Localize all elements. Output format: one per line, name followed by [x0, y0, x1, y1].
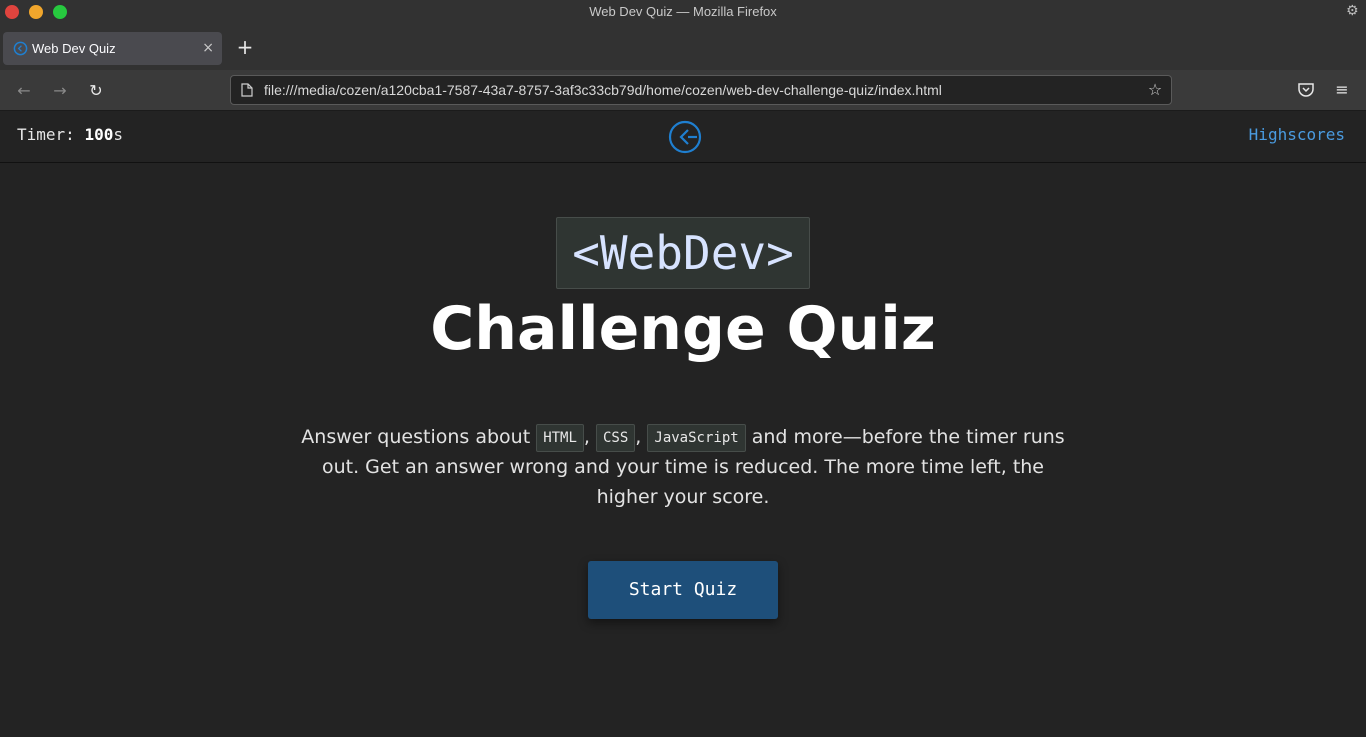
start-quiz-button[interactable]: Start Quiz: [588, 561, 778, 619]
window-title: Web Dev Quiz — Mozilla Firefox: [589, 4, 777, 19]
pocket-icon[interactable]: [1296, 80, 1316, 100]
timer-value: 100: [84, 125, 114, 144]
timer: Timer: 100s: [17, 125, 123, 144]
forward-button[interactable]: →: [49, 80, 71, 102]
window-titlebar: Web Dev Quiz — Mozilla Firefox ⚙: [0, 0, 1366, 24]
webdev-code-badge: <WebDev>: [556, 217, 810, 289]
back-button[interactable]: ←: [13, 80, 35, 102]
tag-css: CSS: [596, 424, 636, 452]
new-tab-button[interactable]: +: [234, 36, 256, 58]
hamburger-menu-icon[interactable]: ≡: [1333, 80, 1351, 100]
tag-javascript: JavaScript: [647, 424, 746, 452]
tag-html: HTML: [536, 424, 584, 452]
page-content: Timer: 100s Highscores <WebDev> Challeng…: [0, 111, 1366, 737]
logo-icon: [668, 120, 702, 154]
page-icon: [241, 83, 253, 97]
gear-icon[interactable]: ⚙: [1346, 4, 1360, 18]
timer-label: Timer:: [17, 125, 85, 144]
highscores-link[interactable]: Highscores: [1249, 125, 1345, 144]
reload-button[interactable]: ↻: [85, 80, 107, 102]
desc-separator: ,: [635, 426, 648, 448]
tab-strip: Web Dev Quiz × +: [0, 24, 1366, 70]
tab-web-dev-quiz[interactable]: Web Dev Quiz ×: [3, 32, 222, 65]
tab-label: Web Dev Quiz: [32, 41, 116, 56]
navigation-toolbar: ← → ↻ file:///media/cozen/a120cba1-7587-…: [0, 70, 1366, 111]
tab-close-icon[interactable]: ×: [202, 32, 214, 65]
favicon-icon: [13, 41, 28, 56]
page-title: Challenge Quiz: [430, 294, 936, 364]
timer-unit: s: [113, 125, 123, 144]
page-header: Timer: 100s Highscores: [0, 111, 1366, 163]
url-bar[interactable]: file:///media/cozen/a120cba1-7587-43a7-8…: [230, 75, 1172, 105]
desc-separator: ,: [583, 426, 596, 448]
star-icon[interactable]: ☆: [1145, 80, 1165, 100]
url-text[interactable]: file:///media/cozen/a120cba1-7587-43a7-8…: [264, 76, 942, 104]
quiz-description: Answer questions about HTML, CSS, JavaSc…: [290, 422, 1076, 512]
desc-text: Answer questions about: [301, 426, 537, 448]
